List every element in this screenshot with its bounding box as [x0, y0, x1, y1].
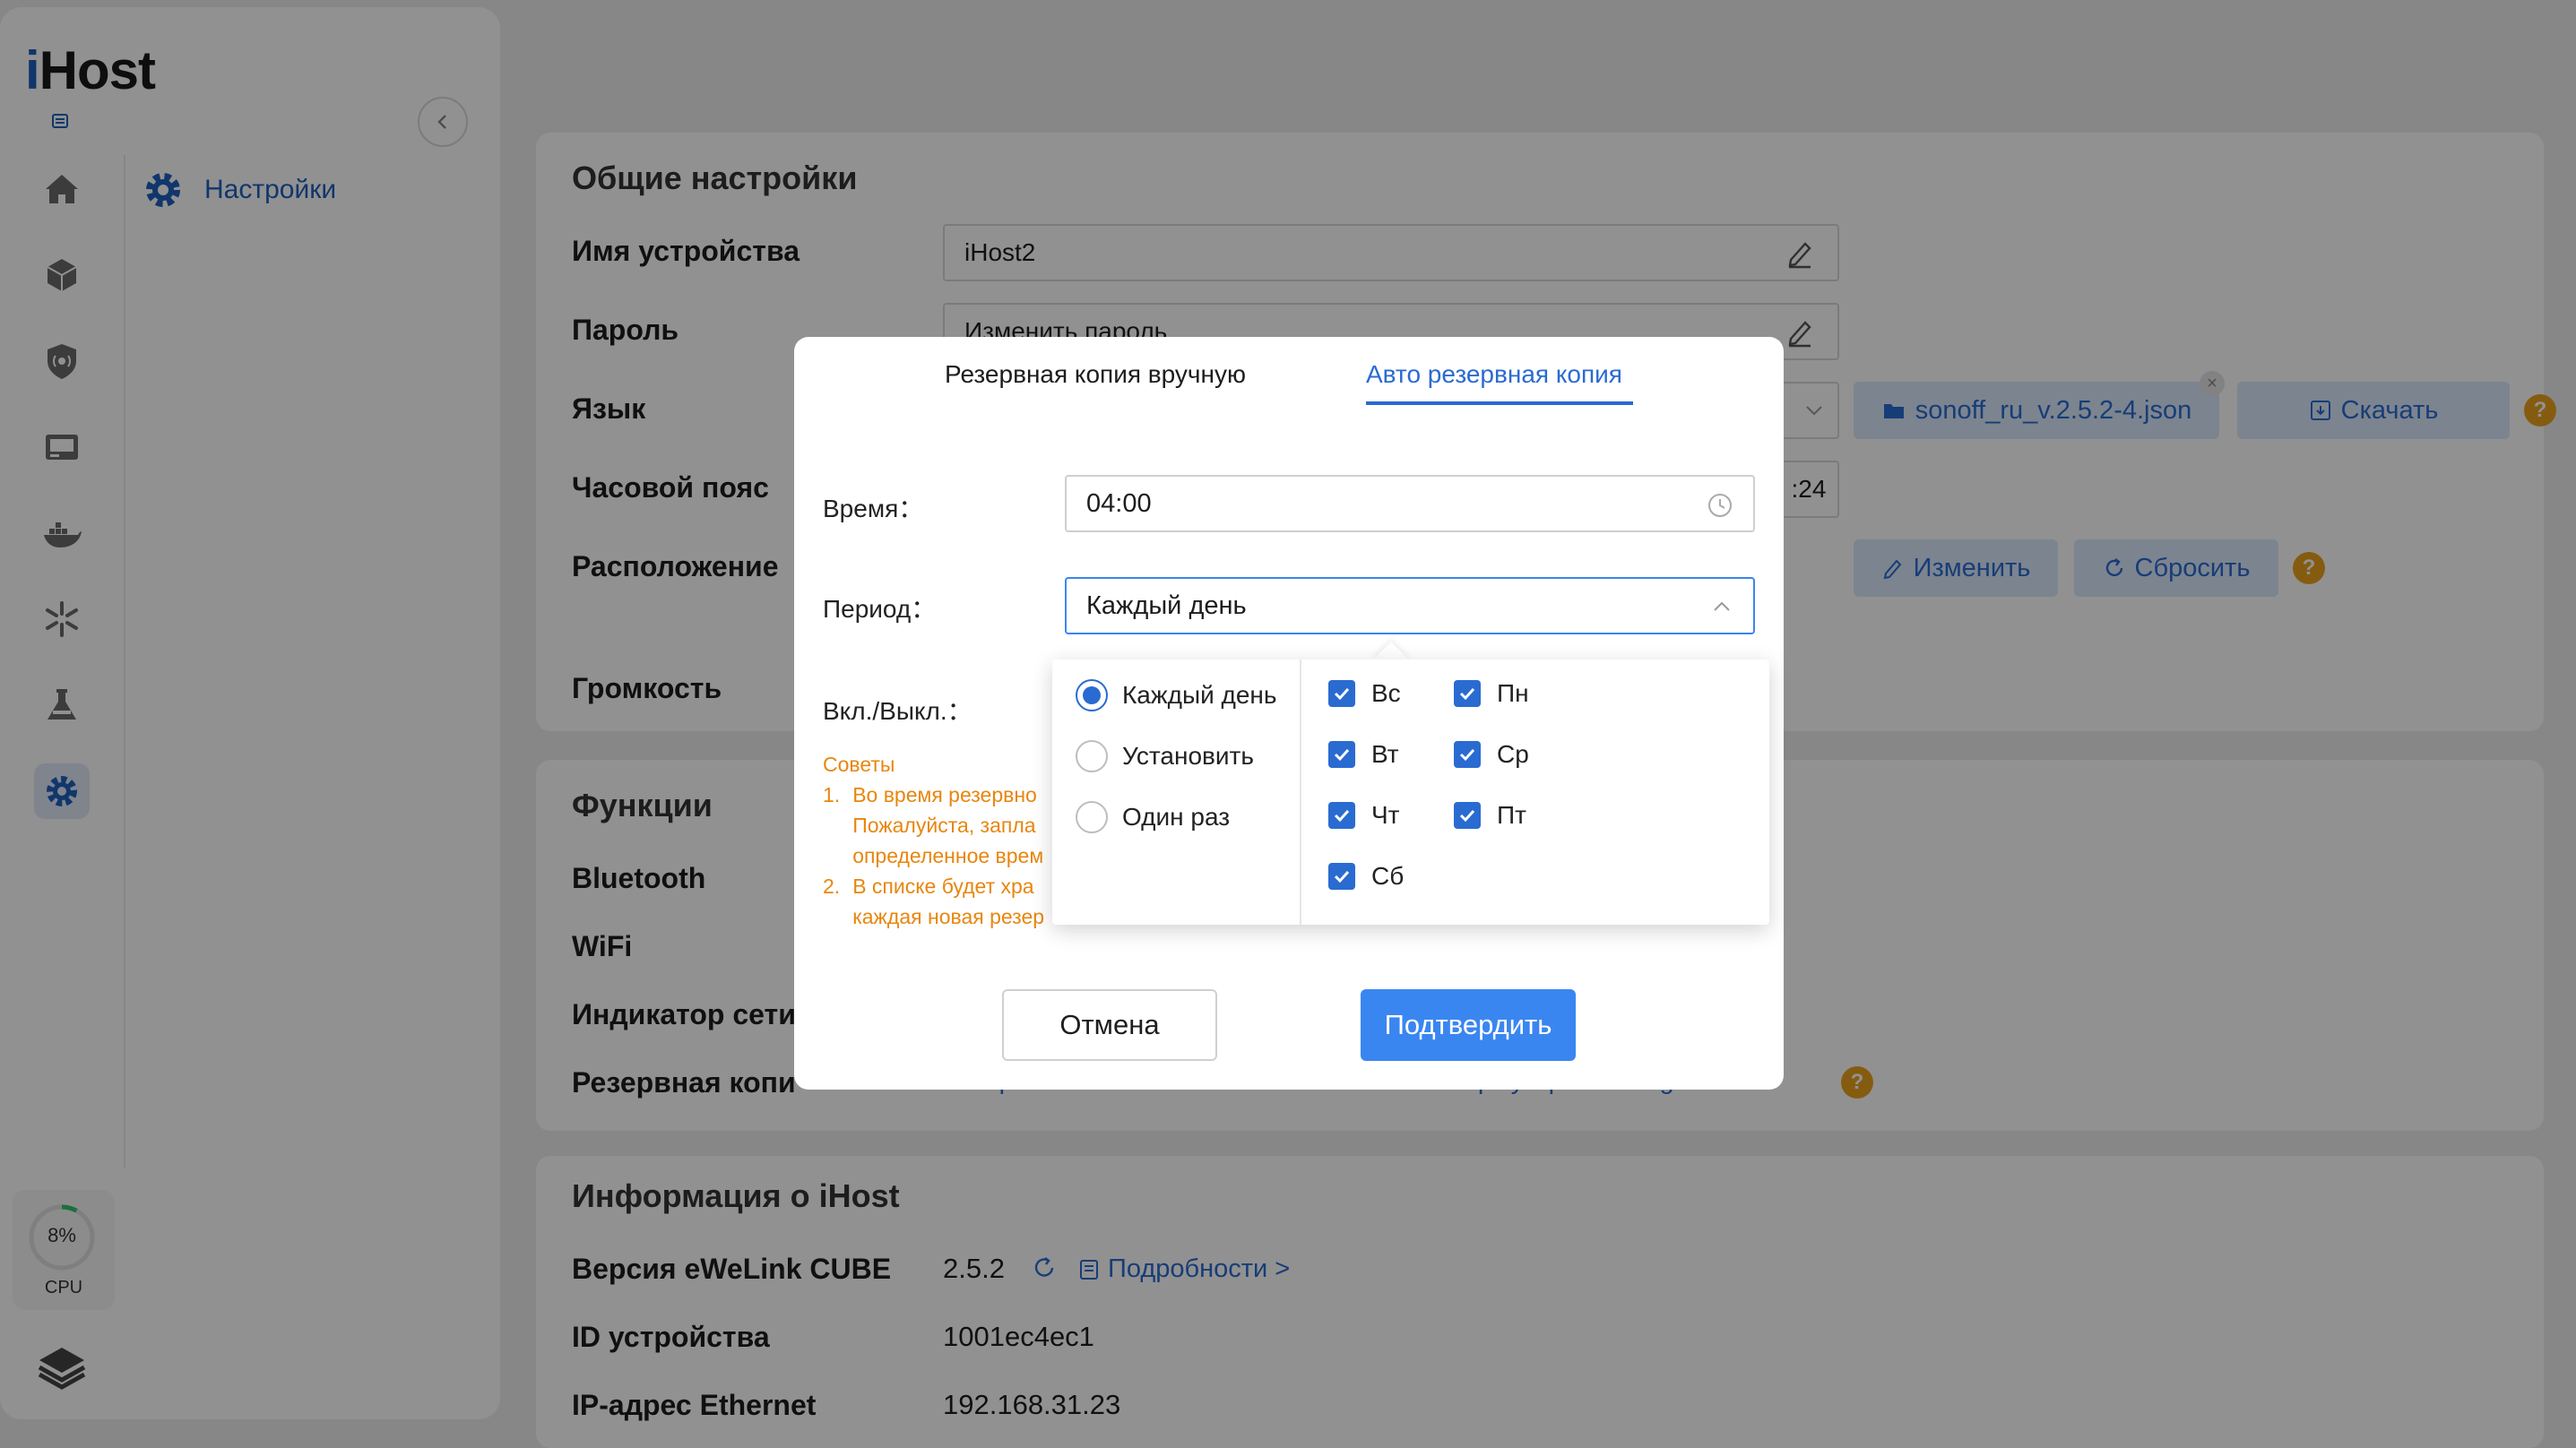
weekday-checkbox[interactable]: Пт [1454, 801, 1526, 830]
tips-title: Советы [823, 753, 895, 776]
tip-number: 1. [823, 783, 841, 806]
confirm-button[interactable]: Подтвердить [1361, 989, 1576, 1061]
weekday-checkbox[interactable]: Ср [1454, 740, 1529, 769]
radio-unselected[interactable] [1076, 740, 1108, 772]
tip-text: каждая новая резер [852, 905, 1045, 928]
checkbox-checked-icon[interactable] [1454, 741, 1481, 768]
radio-selected[interactable] [1076, 679, 1108, 711]
onoff-label: Вкл./Выкл.： [823, 697, 972, 725]
weekday-label: Чт [1371, 801, 1400, 829]
weekday-checkbox[interactable]: Сб [1328, 862, 1404, 891]
period-option-label: Каждый день [1122, 681, 1277, 709]
period-option-label: Один раз [1122, 803, 1231, 831]
radio-unselected[interactable] [1076, 801, 1108, 833]
weekday-label: Пт [1497, 801, 1526, 829]
period-dropdown: Каждый день Установить Один раз Вс Пн Вт Ср Чт… [1052, 659, 1769, 925]
clock-icon [1708, 494, 1732, 517]
tip-number: 2. [823, 875, 841, 898]
tab-auto-backup[interactable]: Авто резервная копия [1366, 360, 1622, 389]
active-tab-indicator [1366, 401, 1633, 405]
period-option[interactable]: Каждый день [1076, 679, 1276, 711]
weekday-checkbox[interactable]: Вт [1328, 740, 1399, 769]
checkbox-checked-icon[interactable] [1328, 741, 1355, 768]
tip-text: В списке будет хра [852, 875, 1034, 898]
cancel-button[interactable]: Отмена [1002, 989, 1217, 1061]
period-option-label: Установить [1122, 742, 1254, 770]
weekday-label: Сб [1371, 862, 1405, 890]
tip-text: определенное врем [852, 844, 1044, 867]
checkbox-checked-icon[interactable] [1454, 802, 1481, 829]
time-input[interactable]: 04:00 [1065, 475, 1755, 532]
tips-block: Советы 1. Во время резервно Пожалуйста, за… [823, 749, 1056, 932]
weekday-label: Вт [1371, 740, 1399, 768]
time-value: 04:00 [1086, 488, 1152, 518]
chevron-up-icon [1714, 601, 1730, 611]
weekday-checkbox[interactable]: Чт [1328, 801, 1400, 830]
time-label: Время： [823, 495, 924, 522]
period-value: Каждый день [1086, 590, 1247, 620]
weekday-checkbox[interactable]: Вс [1328, 679, 1401, 708]
checkbox-checked-icon[interactable] [1328, 802, 1355, 829]
period-option[interactable]: Один раз [1076, 801, 1230, 833]
period-option[interactable]: Установить [1076, 740, 1254, 772]
checkbox-checked-icon[interactable] [1454, 680, 1481, 707]
period-label: Период： [823, 595, 937, 623]
dropdown-divider [1300, 659, 1301, 925]
checkbox-checked-icon[interactable] [1328, 680, 1355, 707]
tab-manual-backup[interactable]: Резервная копия вручную [945, 360, 1246, 389]
checkbox-checked-icon[interactable] [1328, 863, 1355, 890]
weekday-label: Вс [1371, 679, 1401, 707]
weekday-label: Пн [1497, 679, 1529, 707]
period-select[interactable]: Каждый день [1065, 577, 1755, 634]
tip-text: Пожалуйста, запла [852, 814, 1036, 837]
weekday-checkbox[interactable]: Пн [1454, 679, 1529, 708]
weekday-label: Ср [1497, 740, 1529, 768]
tip-text: Во время резервно [852, 783, 1037, 806]
